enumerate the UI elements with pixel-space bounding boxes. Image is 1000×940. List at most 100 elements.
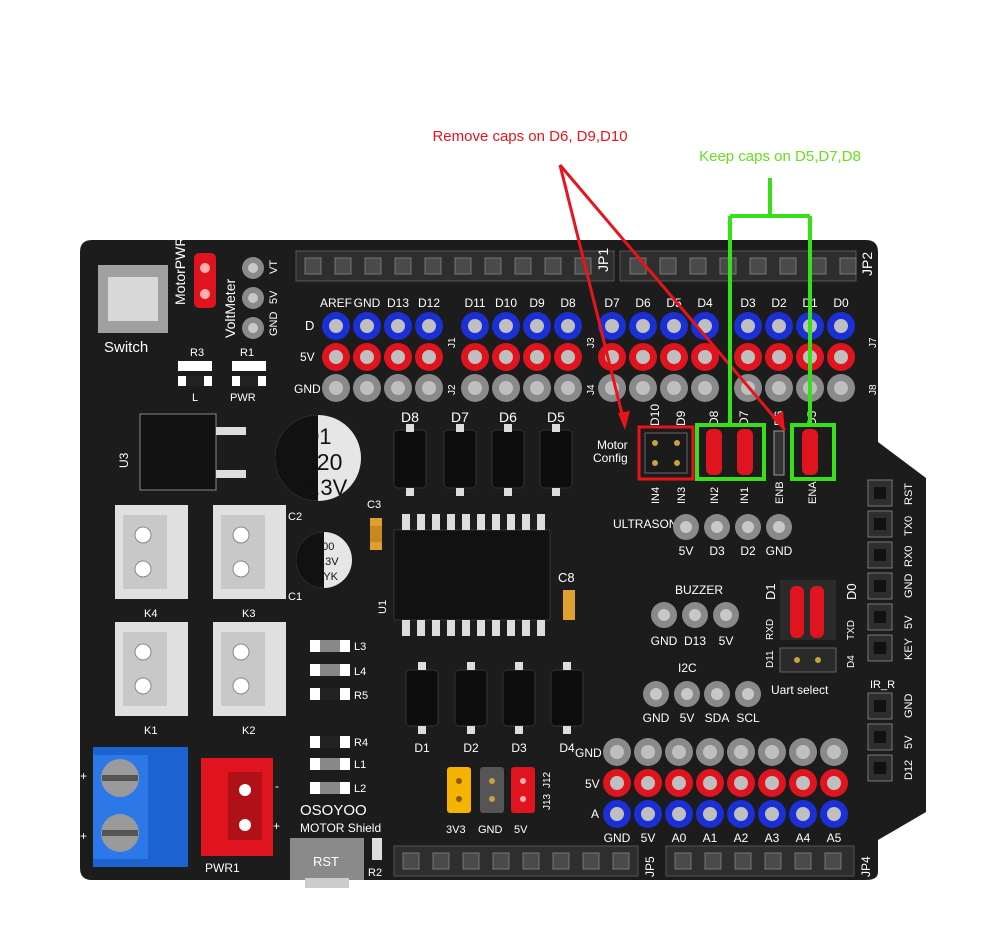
jumper-gnd-label: GND (478, 824, 503, 836)
jumper-3v3 (447, 767, 471, 813)
config-bottom-enb: ENB (774, 481, 786, 504)
header-jp5 (393, 845, 639, 877)
jp4-label: JP4 (859, 856, 873, 877)
pin-label-d7: D7 (604, 296, 620, 310)
driver-ic-u1: U1 (377, 514, 551, 636)
irr-label-d12: D12 (903, 760, 915, 780)
reset-button: RST (290, 838, 364, 888)
header-hole (522, 852, 540, 870)
header-hole (839, 257, 857, 275)
pin-label-gnd: GND (354, 296, 381, 310)
config-bottom-in3: IN3 (676, 487, 688, 504)
header-hole (824, 852, 842, 870)
motor-config-label-2: Config (593, 451, 628, 465)
mosfet-label: D7 (451, 409, 469, 425)
jumper-5v (511, 767, 535, 813)
header-hole (394, 257, 412, 275)
svg-text:100: 100 (316, 541, 334, 553)
voltmeter-label: VoltMeter (222, 279, 238, 338)
rst-label: RST (313, 854, 339, 869)
5v-label: 5V (268, 290, 280, 304)
jp5-label: JP5 (643, 856, 657, 877)
brand-label: OSOYOO (300, 802, 367, 819)
k4-label: K4 (144, 608, 157, 620)
l3-label: L3 (354, 641, 366, 653)
buzzer-pin-label: GND (651, 634, 678, 648)
l-label: L (192, 392, 198, 404)
config-bottom-in1: IN1 (739, 487, 751, 504)
mosfet (443, 429, 477, 489)
motor-config-label-1: Motor (597, 438, 628, 452)
header-hole (304, 257, 322, 275)
diode-label: D1 (414, 741, 430, 755)
analog-label-a2: A2 (734, 831, 749, 845)
diode (405, 669, 439, 727)
svg-text:220: 220 (304, 449, 342, 475)
svg-text:01: 01 (307, 424, 331, 449)
capacitor-220: 01 220 6.3V (275, 415, 361, 501)
header-hole (629, 257, 647, 275)
i2c-pin-label: 5V (680, 711, 695, 725)
r5-label: R5 (354, 690, 368, 702)
analog-label-a0: A0 (672, 831, 687, 845)
mosfet (491, 429, 525, 489)
row-gnd-label: GND (294, 382, 321, 396)
pin-label-d2: D2 (771, 296, 787, 310)
header-hole (552, 852, 570, 870)
header-hole (689, 257, 707, 275)
config-bottom-in2: IN2 (709, 487, 721, 504)
pin-label-d8: D8 (560, 296, 576, 310)
l2-label: L2 (354, 783, 366, 795)
pin-label-d12: D12 (418, 296, 440, 310)
header-hole (749, 257, 767, 275)
header-jp4 (665, 845, 855, 877)
r1-label: R1 (240, 347, 254, 359)
mosfet-label: D6 (499, 409, 517, 425)
mosfet-label: D8 (401, 409, 419, 425)
c1-label: C1 (288, 591, 302, 603)
header-hole (674, 852, 692, 870)
jumper-gnd (480, 767, 504, 813)
capacitor-100: 100 6.3V SYK (296, 532, 352, 588)
header-hole (544, 257, 562, 275)
header-hole (334, 257, 352, 275)
header-hole (484, 257, 502, 275)
pin-label-d3: D3 (740, 296, 756, 310)
vt-label: VT (268, 260, 280, 274)
model-label: MOTOR Shield (300, 821, 381, 835)
config-top-d10: D10 (648, 404, 662, 426)
serial-label-tx0: TX0 (903, 516, 915, 536)
pwr-plus: + (273, 819, 280, 833)
switch-label: Switch (104, 339, 148, 356)
ultrasonic-pin-label: GND (766, 544, 793, 558)
header-hole (424, 257, 442, 275)
j12-label: J12 (542, 771, 553, 788)
analog-label-gnd: GND (604, 831, 631, 845)
pin-label-d9: D9 (529, 296, 545, 310)
diode (502, 669, 536, 727)
pwr-minus: - (275, 779, 279, 793)
header-hole (734, 852, 752, 870)
terminal-plus: + (80, 769, 87, 783)
irr-label-5v: 5V (903, 735, 915, 749)
row-5v-label: 5V (300, 350, 315, 364)
irr-label: IR_R (870, 679, 895, 691)
diode-label: D4 (559, 741, 575, 755)
uart-d0: D0 (844, 583, 859, 600)
uart-rxd: RXD (765, 619, 776, 640)
serial-label-5v: 5V (903, 615, 915, 629)
c3-label: C3 (367, 499, 381, 511)
buzzer-pin-label: D13 (684, 634, 706, 648)
header-hole (764, 852, 782, 870)
header-jp1 (295, 250, 615, 282)
c8-label: C8 (558, 570, 575, 585)
motorpwr-label: MotorPWR (172, 237, 188, 305)
serial-label-gnd: GND (903, 574, 915, 599)
ultrasonic-pin-label: 5V (679, 544, 694, 558)
c2-label: C2 (288, 511, 302, 523)
ultrasonic-pin-label: D3 (709, 544, 725, 558)
j2-label: J2 (447, 384, 458, 395)
bottom-gnd-label: GND (575, 746, 602, 760)
pin-label-d13: D13 (387, 296, 409, 310)
irr-label-gnd: GND (903, 694, 915, 719)
